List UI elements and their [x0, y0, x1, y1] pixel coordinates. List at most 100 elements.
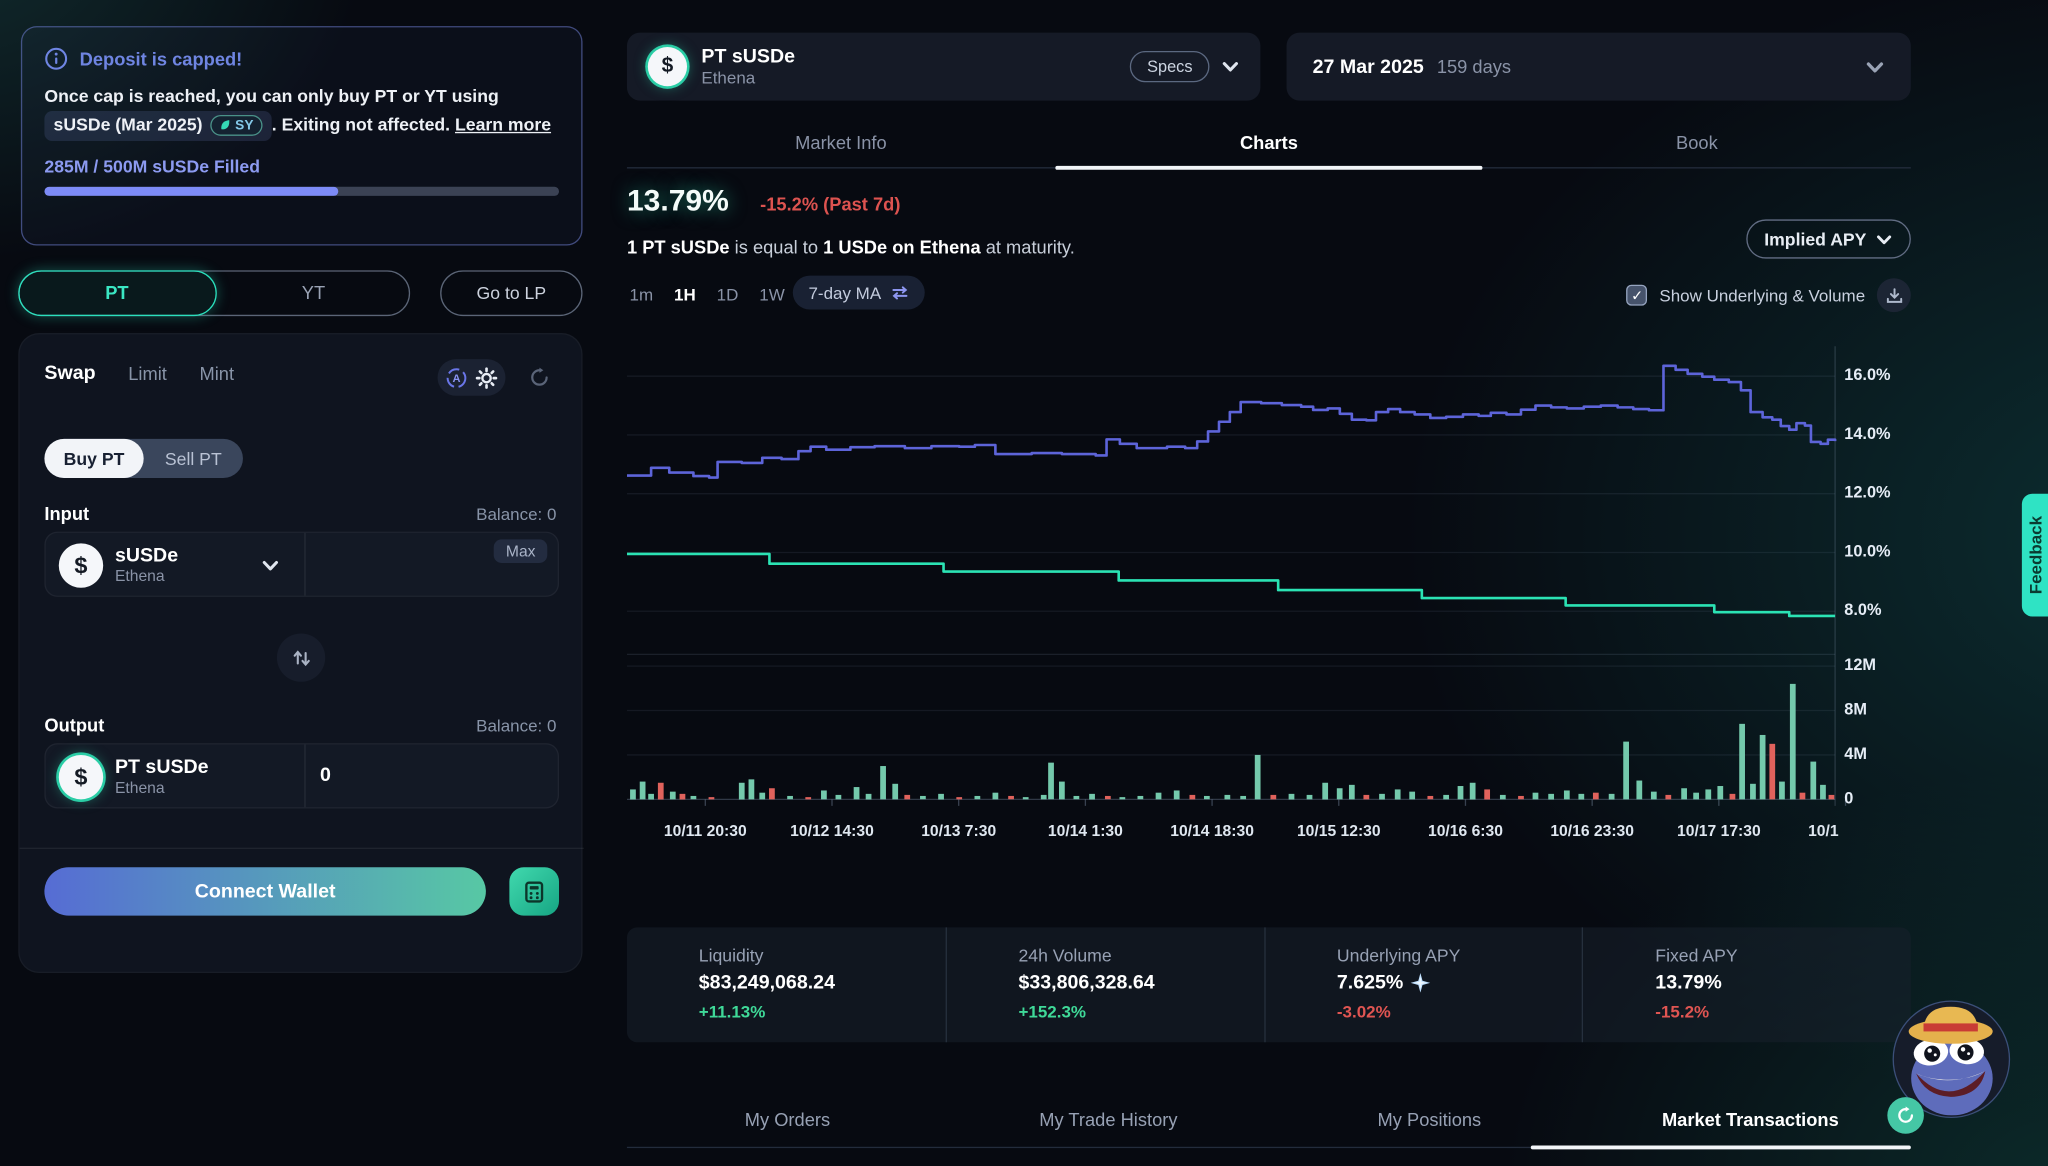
x-tick: 10/15 12:30 — [1297, 822, 1381, 840]
sparkle-icon — [1411, 973, 1431, 993]
gear-icon[interactable] — [475, 366, 497, 388]
max-button[interactable]: Max — [494, 539, 547, 563]
y-tick: 10.0% — [1844, 542, 1890, 560]
tab-pt[interactable]: PT — [18, 270, 217, 316]
ma-toggle-button[interactable]: 7-day MA — [793, 276, 924, 310]
market-network: Ethena — [701, 68, 1130, 88]
range-1W[interactable]: 1W — [759, 285, 784, 305]
y-tick: 4M — [1844, 744, 1867, 762]
tab-market-info[interactable]: Market Info — [627, 132, 1055, 167]
input-token-selector[interactable]: $ sUSDe Ethena — [59, 543, 178, 587]
calculator-button[interactable] — [509, 867, 559, 915]
chat-refresh-button[interactable] — [1887, 1097, 1924, 1134]
leaf-icon — [220, 119, 232, 132]
y-tick: 12.0% — [1844, 483, 1890, 501]
tabs-underline — [627, 167, 1911, 168]
cap-progress-fill — [44, 187, 337, 196]
tab-limit[interactable]: Limit — [128, 362, 167, 383]
y-tick: 8M — [1844, 700, 1867, 718]
history-tabs: My Orders My Trade History My Positions … — [627, 1109, 1911, 1130]
x-tick: 10/16 23:30 — [1550, 822, 1634, 840]
tab-book[interactable]: Book — [1483, 132, 1911, 167]
implied-apy-dropdown[interactable]: Implied APY — [1746, 219, 1911, 258]
chart-canvas[interactable] — [627, 346, 1911, 816]
learn-more-link[interactable]: Learn more — [455, 115, 551, 135]
time-range-selector: 1m 1H 1D 1W — [630, 285, 785, 305]
susde-chip: sUSDe (Mar 2025) SY — [44, 111, 271, 141]
refresh-icon[interactable] — [529, 367, 550, 388]
y-tick: 16.0% — [1844, 366, 1890, 384]
apy-volume-chart[interactable]: 16.0%14.0%12.0%10.0%8.0%12M8M4M0 10/11 2… — [627, 346, 1911, 858]
sy-badge: SY — [210, 115, 262, 136]
download-icon — [1885, 287, 1902, 304]
stat-fixed-apy: Fixed APY 13.79% -15.2% — [1582, 927, 1900, 1042]
input-label: Input — [44, 503, 89, 524]
market-panel: $ PT sUSDe Ethena Specs 27 Mar 2025 159 … — [627, 0, 1911, 1166]
stat-underlying-apy: Underlying APY 7.625% -3.02% — [1264, 927, 1582, 1042]
cap-fill-text: 285M / 500M sUSDe Filled — [44, 157, 559, 177]
maturity-date: 27 Mar 2025 — [1313, 56, 1424, 78]
history-tabs-underline — [627, 1147, 1911, 1148]
calculator-icon — [522, 880, 546, 904]
buy-sell-toggle: Buy PT Sell PT — [44, 439, 243, 478]
tab-swap[interactable]: Swap — [44, 362, 95, 384]
tab-charts[interactable]: Charts — [1055, 132, 1483, 167]
market-header-card[interactable]: $ PT sUSDe Ethena Specs — [627, 33, 1260, 101]
range-1m[interactable]: 1m — [630, 285, 654, 305]
active-history-tab-indicator — [1531, 1145, 1911, 1149]
tab-my-orders[interactable]: My Orders — [627, 1109, 948, 1130]
go-to-lp-button[interactable]: Go to LP — [440, 270, 582, 316]
specs-button[interactable]: Specs — [1130, 51, 1209, 82]
output-balance: Balance: 0 — [476, 716, 556, 736]
chevron-down-icon — [1865, 57, 1885, 77]
output-label: Output — [44, 714, 104, 735]
cap-progress-track — [44, 187, 559, 196]
notice-title: Deposit is capped! — [80, 48, 243, 69]
swap-settings-group: A — [438, 359, 506, 396]
auto-routing-icon[interactable]: A — [445, 366, 467, 388]
range-1D[interactable]: 1D — [717, 285, 739, 305]
buy-pt-button[interactable]: Buy PT — [44, 439, 143, 478]
x-tick: 10/18 8:30 — [1808, 822, 1839, 840]
tab-my-trade-history[interactable]: My Trade History — [948, 1109, 1269, 1130]
x-tick: 10/14 1:30 — [1048, 822, 1123, 840]
app-root: Deposit is capped! Once cap is reached, … — [0, 0, 2048, 1166]
output-amount: 0 — [320, 764, 331, 786]
susde-coin-icon: $ — [59, 543, 103, 587]
y-tick: 14.0% — [1844, 424, 1890, 442]
chevron-down-icon[interactable] — [1221, 57, 1239, 75]
tab-my-positions[interactable]: My Positions — [1269, 1109, 1590, 1130]
tab-market-transactions[interactable]: Market Transactions — [1590, 1109, 1911, 1130]
sell-pt-button[interactable]: Sell PT — [144, 439, 243, 478]
notice-body: Once cap is reached, you can only buy PT… — [44, 84, 559, 141]
connect-wallet-button[interactable]: Connect Wallet — [44, 867, 485, 915]
x-tick: 10/17 17:30 — [1677, 822, 1761, 840]
y-tick: 8.0% — [1844, 601, 1881, 619]
input-amount-field[interactable] — [320, 562, 529, 587]
swap-horizontal-icon — [890, 285, 908, 301]
tab-yt[interactable]: YT — [218, 272, 409, 314]
x-tick: 10/14 18:30 — [1170, 822, 1254, 840]
show-underlying-checkbox[interactable]: ✓ — [1627, 285, 1648, 306]
y-tick: 12M — [1844, 656, 1876, 674]
chevron-down-icon — [1876, 231, 1893, 248]
pt-yt-toggle: PT YT — [18, 270, 410, 316]
feedback-tab[interactable]: Feedback — [2022, 494, 2048, 617]
deposit-cap-notice: Deposit is capped! Once cap is reached, … — [21, 26, 583, 245]
output-token-selector[interactable]: $ PT sUSDe Ethena — [59, 755, 209, 799]
range-1H[interactable]: 1H — [674, 285, 696, 305]
show-underlying-label: Show Underlying & Volume — [1659, 285, 1865, 305]
output-row: $ PT sUSDe Ethena 0 — [44, 743, 559, 808]
market-token-name: PT sUSDe — [701, 46, 1130, 69]
info-icon — [44, 47, 68, 71]
swap-direction-button[interactable] — [277, 633, 325, 681]
market-tabs: Market Info Charts Book — [627, 132, 1911, 167]
maturity-description: 1 PT sUSDe is equal to 1 USDe on Ethena … — [627, 236, 1075, 257]
divider — [20, 848, 584, 849]
maturity-selector[interactable]: 27 Mar 2025 159 days — [1287, 33, 1911, 101]
x-tick: 10/11 20:30 — [664, 822, 747, 840]
tab-mint[interactable]: Mint — [200, 362, 235, 383]
market-stats-panel: Liquidity $83,249,068.24 +11.13% 24h Vol… — [627, 927, 1911, 1042]
download-chart-button[interactable] — [1877, 278, 1911, 312]
active-tab-indicator — [1055, 166, 1483, 170]
